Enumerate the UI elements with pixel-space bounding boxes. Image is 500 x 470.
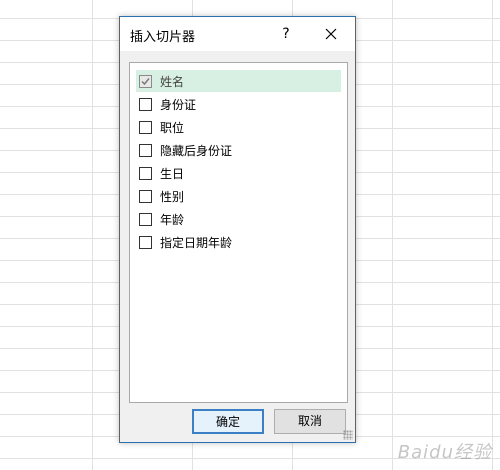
help-button[interactable]: ?	[273, 21, 299, 47]
field-checkbox[interactable]	[139, 97, 152, 111]
field-item[interactable]: 年龄	[136, 208, 341, 230]
field-label: 隐藏后身份证	[160, 143, 233, 158]
field-checkbox[interactable]	[139, 212, 152, 226]
insert-slicer-dialog: 插入切片器 ? 姓名 身份证 职位 隐藏后身份证 生日 性别 年龄 指定日期年龄…	[119, 16, 356, 443]
field-label: 姓名	[160, 74, 185, 89]
field-checkbox[interactable]	[139, 120, 152, 134]
ok-button[interactable]: 确定	[192, 409, 264, 434]
field-list: 姓名 身份证 职位 隐藏后身份证 生日 性别 年龄 指定日期年龄	[129, 62, 348, 403]
dialog-title: 插入切片器	[130, 30, 196, 45]
field-label: 生日	[160, 166, 185, 181]
close-button[interactable]	[318, 21, 344, 47]
field-label: 职位	[160, 120, 185, 135]
close-icon	[325, 28, 337, 40]
field-item[interactable]: 隐藏后身份证	[136, 139, 341, 161]
field-label: 性别	[160, 189, 185, 204]
field-item[interactable]: 指定日期年龄	[136, 231, 341, 253]
field-item[interactable]: 性别	[136, 185, 341, 207]
field-checkbox[interactable]	[139, 74, 152, 88]
field-label: 身份证	[160, 97, 197, 112]
cancel-button[interactable]: 取消	[274, 409, 346, 434]
field-label: 指定日期年龄	[160, 235, 233, 250]
field-item[interactable]: 职位	[136, 116, 341, 138]
field-checkbox[interactable]	[139, 235, 152, 249]
field-item[interactable]: 生日	[136, 162, 341, 184]
check-icon	[141, 77, 150, 85]
dialog-titlebar[interactable]: 插入切片器 ?	[120, 17, 355, 51]
field-item[interactable]: 姓名	[136, 70, 341, 92]
field-checkbox[interactable]	[139, 189, 152, 203]
field-checkbox[interactable]	[139, 166, 152, 180]
field-checkbox[interactable]	[139, 143, 152, 157]
field-item[interactable]: 身份证	[136, 93, 341, 115]
field-label: 年龄	[160, 212, 185, 227]
resize-grip-icon[interactable]	[343, 430, 353, 440]
